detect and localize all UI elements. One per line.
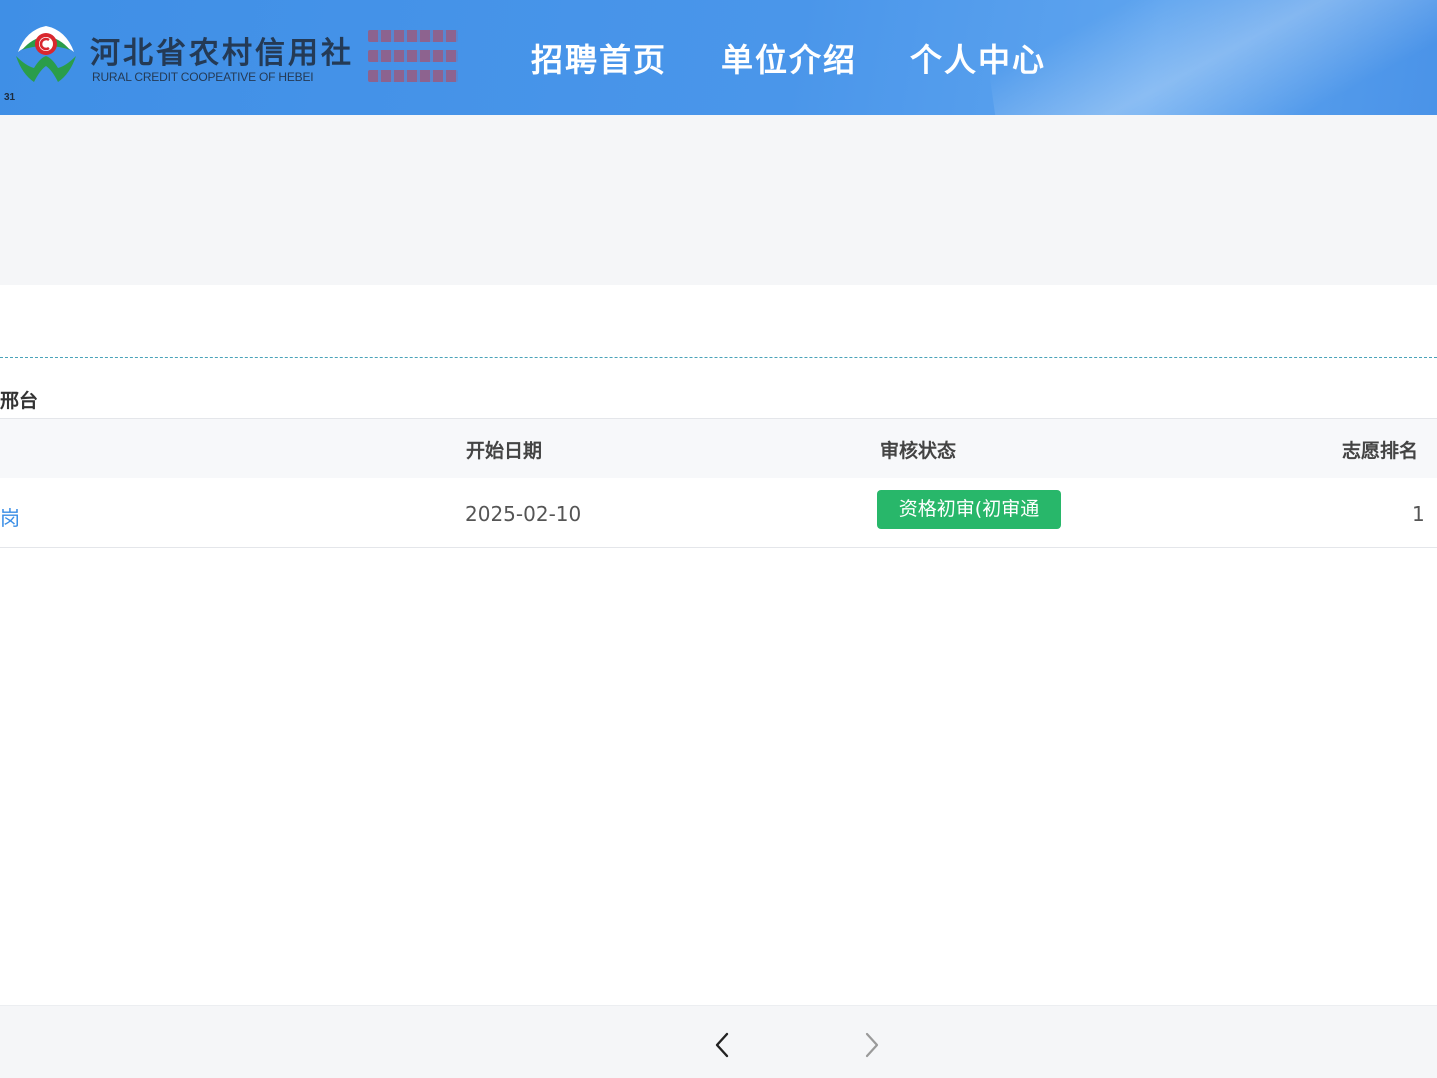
back-button[interactable]: [708, 1030, 738, 1060]
decorative-seal-image: [368, 30, 458, 86]
rank-cell: 1: [1412, 502, 1425, 526]
table-header: 开始日期 审核状态 志愿排名: [0, 418, 1437, 479]
section-title: 邢台: [0, 390, 39, 412]
status-badge: 资格初审(初审通: [877, 490, 1061, 529]
top-navbar: 河北省农村信用社 RURAL CREDIT COOPEATIVE OF HEBE…: [0, 0, 1437, 115]
column-header-review-status: 审核状态: [880, 440, 957, 462]
brand-name: 河北省农村信用社: [90, 36, 354, 71]
position-link[interactable]: 岗: [0, 502, 20, 531]
forward-button[interactable]: [857, 1030, 887, 1060]
column-header-start-date: 开始日期: [466, 440, 543, 462]
nav-personal-center[interactable]: 个人中心: [910, 35, 1046, 81]
start-date-cell: 2025-02-10: [465, 502, 582, 526]
brand-english-name: RURAL CREDIT COOPEATIVE OF HEBEI: [92, 70, 314, 84]
column-header-preference-rank: 志愿排名: [1342, 440, 1419, 462]
chevron-left-icon: [715, 1032, 729, 1058]
header-decoration: [978, 0, 1437, 115]
dashed-divider: [0, 357, 1437, 358]
nav-company-intro[interactable]: 单位介绍: [721, 35, 857, 81]
bottom-toolbar: [0, 1005, 1437, 1078]
table-row: 岗 2025-02-10 资格初审(初审通 1: [0, 478, 1437, 548]
chevron-right-icon: [865, 1032, 879, 1058]
banner-area: [0, 115, 1437, 285]
brand-number: 31: [4, 92, 16, 103]
nav-recruit-home[interactable]: 招聘首页: [531, 35, 667, 81]
rural-credit-logo-icon: [16, 26, 76, 82]
